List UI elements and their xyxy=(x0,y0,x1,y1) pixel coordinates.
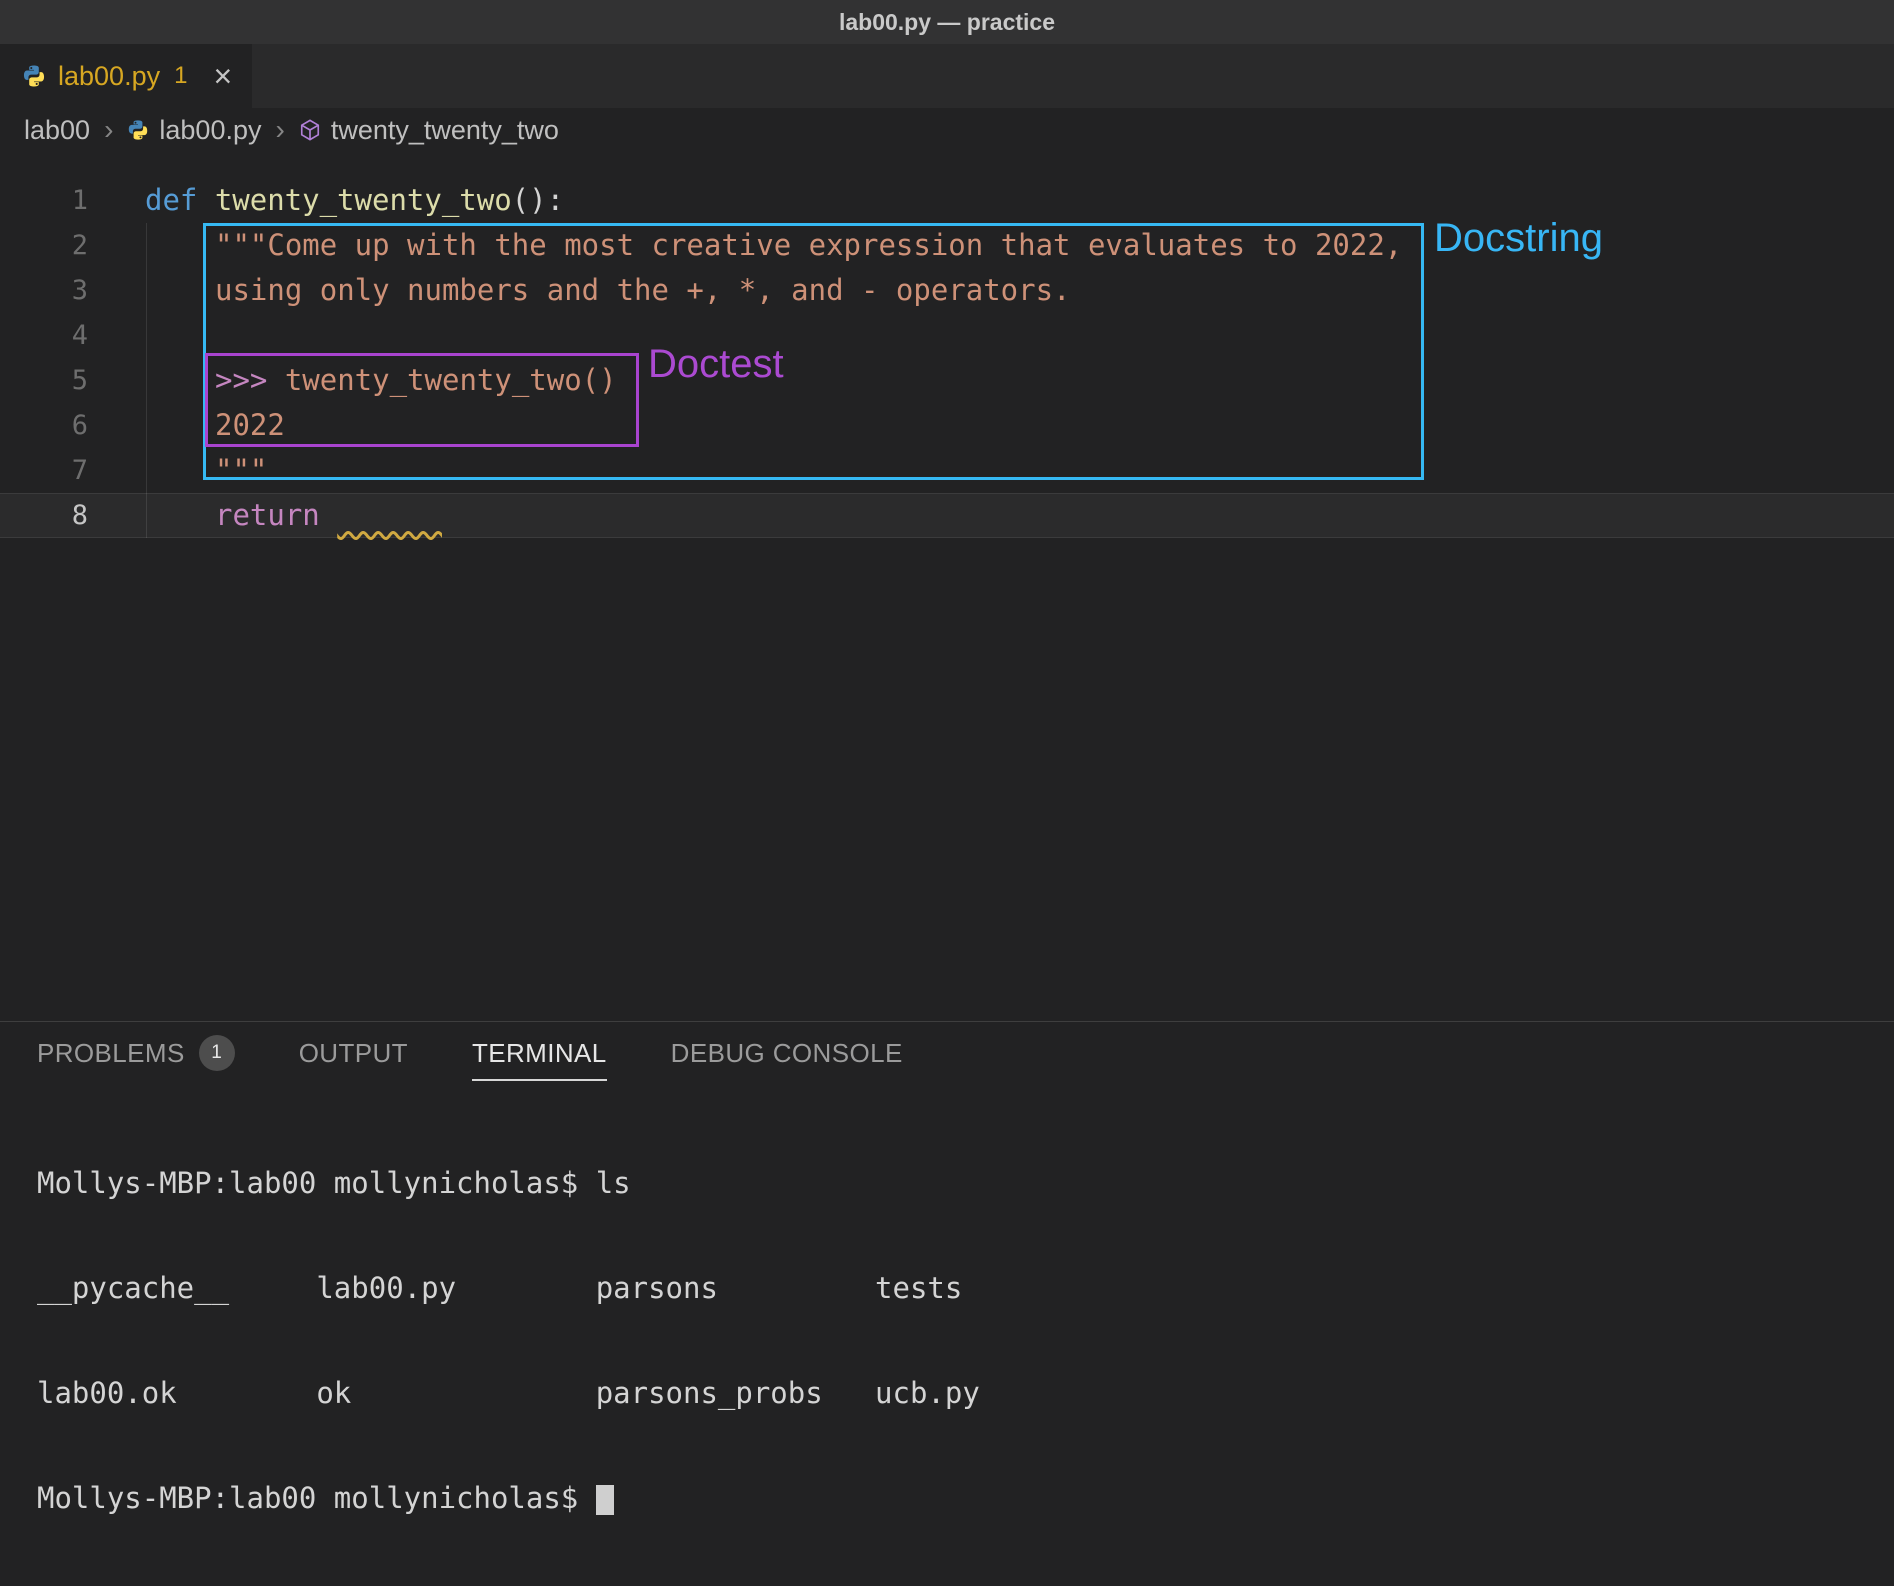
terminal-prompt-line: Mollys-MBP:lab00 mollynicholas$ xyxy=(37,1481,1894,1516)
close-icon[interactable]: × xyxy=(213,60,232,92)
symbol-cube-icon xyxy=(299,119,321,141)
breadcrumb-item-lab00[interactable]: lab00 xyxy=(24,115,90,146)
def-keyword: def xyxy=(145,183,215,217)
tab-lab00py[interactable]: lab00.py 1 × xyxy=(0,44,252,108)
function-name: twenty_twenty_two xyxy=(215,183,512,217)
breadcrumb-item-symbol[interactable]: twenty_twenty_two xyxy=(331,115,559,146)
titlebar: lab00.py — practice xyxy=(0,0,1894,44)
indent-guide xyxy=(146,223,147,538)
tab-debug-console[interactable]: DEBUG CONSOLE xyxy=(671,1038,903,1081)
code-editor[interactable]: 1 def twenty_twenty_two(): 2 """Come up … xyxy=(0,152,1894,1021)
return-keyword: return xyxy=(215,498,337,532)
tab-output[interactable]: OUTPUT xyxy=(299,1038,408,1081)
terminal[interactable]: Mollys-MBP:lab00 mollynicholas$ ls __pyc… xyxy=(37,1096,1894,1586)
terminal-line: lab00.ok ok parsons_probs ucb.py xyxy=(37,1376,1894,1411)
line-number: 1 xyxy=(0,178,88,223)
window-title: lab00.py — practice xyxy=(839,9,1055,36)
breadcrumb-item-lab00py[interactable]: lab00.py xyxy=(159,115,261,146)
chevron-right-icon: › xyxy=(276,114,285,146)
panel-tabs: PROBLEMS1 OUTPUT TERMINAL DEBUG CONSOLE xyxy=(0,1022,1894,1080)
tab-label: lab00.py xyxy=(58,61,160,92)
tab-problems[interactable]: PROBLEMS1 xyxy=(37,1035,235,1083)
breadcrumb: lab00 › lab00.py › twenty_twenty_two xyxy=(0,108,1894,152)
code-line-8[interactable]: 8 return ______ xyxy=(0,493,1894,538)
python-icon xyxy=(127,119,149,141)
terminal-cursor xyxy=(596,1485,614,1515)
line-number: 8 xyxy=(0,493,88,538)
tab-bar: lab00.py 1 × xyxy=(0,44,1894,108)
line-number: 2 xyxy=(0,223,88,268)
doctest-annotation-box xyxy=(205,353,639,447)
chevron-right-icon: › xyxy=(104,114,113,146)
blank-with-warning-squiggle: ______ xyxy=(337,498,442,532)
line-number: 6 xyxy=(0,403,88,448)
bottom-panel: PROBLEMS1 OUTPUT TERMINAL DEBUG CONSOLE … xyxy=(0,1021,1894,1304)
line-number: 4 xyxy=(0,313,88,358)
terminal-prompt: Mollys-MBP:lab00 mollynicholas$ xyxy=(37,1481,596,1515)
line-number: 3 xyxy=(0,268,88,313)
problems-count-badge: 1 xyxy=(199,1035,235,1071)
tab-terminal[interactable]: TERMINAL xyxy=(472,1038,607,1081)
empty-line xyxy=(88,313,215,358)
punctuation: (): xyxy=(512,183,564,217)
return-statement: return ______ xyxy=(88,493,442,538)
line-number: 5 xyxy=(0,358,88,403)
python-icon xyxy=(22,64,46,88)
line-number: 7 xyxy=(0,448,88,493)
terminal-line: Mollys-MBP:lab00 mollynicholas$ ls xyxy=(37,1166,1894,1201)
code-line-1[interactable]: 1 def twenty_twenty_two(): xyxy=(0,178,1894,223)
doctest-annotation-label: Doctest xyxy=(648,342,784,387)
terminal-line: __pycache__ lab00.py parsons tests xyxy=(37,1271,1894,1306)
code-text: def twenty_twenty_two(): xyxy=(88,178,564,223)
tab-problem-badge: 1 xyxy=(174,62,187,90)
docstring-annotation-label: Docstring xyxy=(1434,216,1603,261)
